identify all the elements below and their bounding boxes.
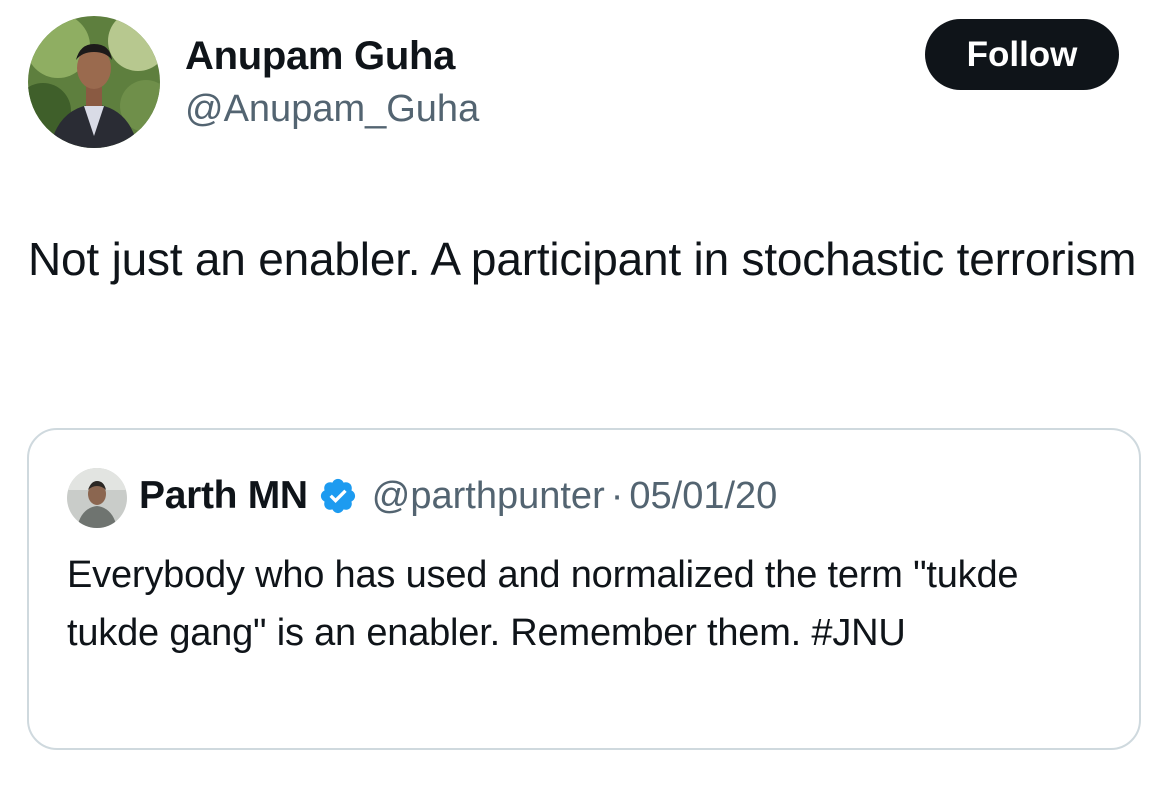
author-handle[interactable]: @Anupam_Guha xyxy=(185,88,479,131)
dot-separator: · xyxy=(610,474,624,517)
quoted-tweet-header: Parth MN @parthpunter · 05/01/20 xyxy=(139,474,777,518)
quoted-author-avatar-image xyxy=(67,468,127,528)
quoted-tweet-card[interactable]: Parth MN @parthpunter · 05/01/20 Everybo… xyxy=(27,428,1141,750)
quoted-author-name[interactable]: Parth MN xyxy=(139,474,308,518)
follow-button[interactable]: Follow xyxy=(925,19,1119,90)
verified-badge-icon xyxy=(318,476,358,516)
author-name[interactable]: Anupam Guha xyxy=(185,34,455,79)
author-avatar[interactable] xyxy=(28,16,160,148)
quoted-author-handle[interactable]: @parthpunter xyxy=(372,475,605,518)
quoted-tweet-text: Everybody who has used and normalized th… xyxy=(67,554,1019,654)
quoted-author-avatar[interactable] xyxy=(67,468,127,528)
quoted-tweet-date[interactable]: 05/01/20 xyxy=(629,475,777,518)
author-avatar-image xyxy=(28,16,160,148)
tweet-text: Not just an enabler. A participant in st… xyxy=(28,233,1137,285)
